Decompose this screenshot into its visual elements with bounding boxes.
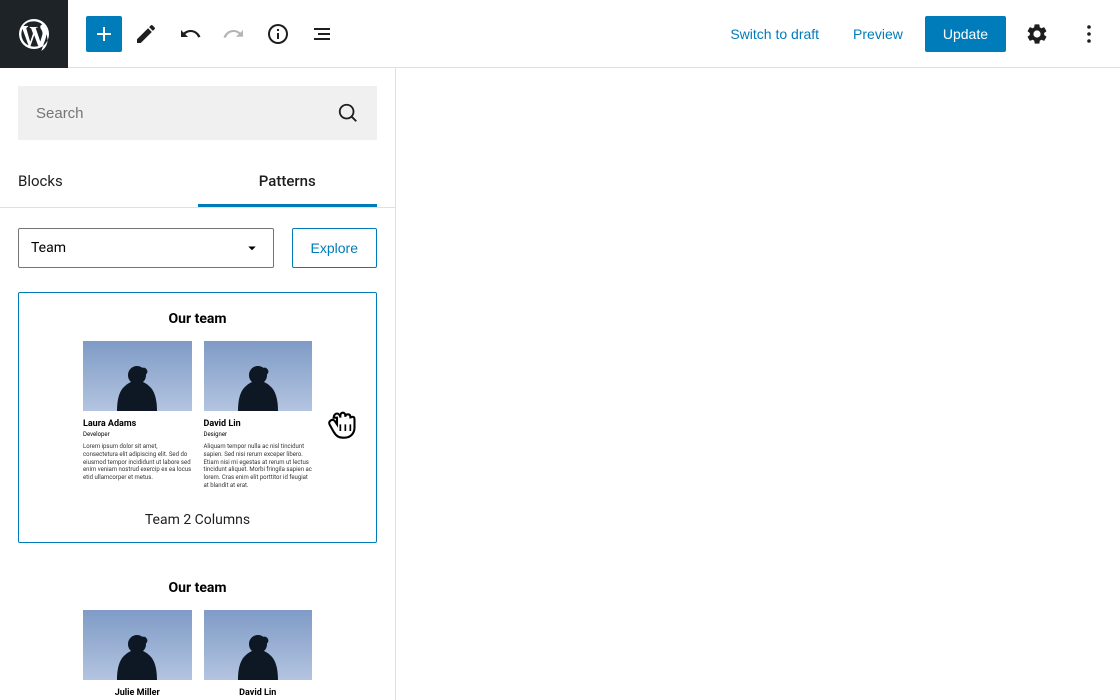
preview-button[interactable]: Preview [841,18,915,50]
info-icon [266,22,290,46]
settings-button[interactable] [1016,13,1058,55]
outline-button[interactable] [302,14,342,54]
member-role: Developer [83,431,192,438]
member-bio: Lorem ipsum dolor sit amet, consectetura… [83,443,192,482]
pattern-heading: Our team [19,580,376,596]
silhouette-icon [233,625,283,680]
member-name: Laura Adams [83,419,192,429]
team-member: David Lin Designer [204,610,313,700]
info-button[interactable] [258,14,298,54]
edit-button[interactable] [126,14,166,54]
undo-icon [178,22,202,46]
silhouette-icon [233,356,283,411]
switch-to-draft-button[interactable]: Switch to draft [718,18,831,50]
chevron-down-icon [243,239,261,257]
inserter-panel: Blocks Patterns Team Explore Our team [0,68,396,700]
member-thumbnail [83,341,192,411]
plus-icon [92,22,116,46]
member-thumbnail [204,341,313,411]
team-member: Laura Adams Developer Lorem ipsum dolor … [83,341,192,490]
undo-button[interactable] [170,14,210,54]
redo-button[interactable] [214,14,254,54]
member-role: Designer [204,431,313,438]
member-bio: Aliquam tempor nulla ac nisl tincidunt s… [204,443,313,490]
pencil-icon [134,22,158,46]
wordpress-logo[interactable] [0,0,68,68]
pattern-card-team-2-columns[interactable]: Our team Laura Adams Developer Lorem ips… [18,292,377,543]
more-vertical-icon [1077,22,1101,46]
list-icon [310,22,334,46]
pattern-category-select[interactable]: Team [18,228,274,268]
tab-patterns[interactable]: Patterns [198,158,378,207]
inserter-tabs: Blocks Patterns [0,158,395,208]
cursor-icon [322,401,362,441]
tab-blocks[interactable]: Blocks [18,158,198,207]
editor-canvas[interactable] [396,68,1120,700]
silhouette-icon [112,625,162,680]
member-thumbnail [204,610,313,680]
update-button[interactable]: Update [925,16,1006,52]
pattern-label: Team 2 Columns [19,512,376,528]
search-input-wrapper[interactable] [18,86,377,140]
search-icon [337,102,359,124]
gear-icon [1025,22,1049,46]
team-member: David Lin Designer Aliquam tempor nulla … [204,341,313,490]
editor-toolbar: Switch to draft Preview Update [0,0,1120,68]
pattern-list: Our team Laura Adams Developer Lorem ips… [0,274,395,700]
member-thumbnail [83,610,192,680]
pattern-heading: Our team [19,311,376,327]
select-value: Team [31,240,66,256]
silhouette-icon [112,356,162,411]
explore-button[interactable]: Explore [292,228,377,268]
add-block-button[interactable] [86,16,122,52]
team-member: Julie Miller Founder [83,610,192,700]
redo-icon [222,22,246,46]
pattern-card-team[interactable]: Our team Julie Miller Founder [18,561,377,700]
member-name: David Lin [204,419,313,429]
member-name: David Lin [204,688,313,698]
more-options-button[interactable] [1068,13,1110,55]
search-input[interactable] [36,105,337,122]
member-name: Julie Miller [83,688,192,698]
